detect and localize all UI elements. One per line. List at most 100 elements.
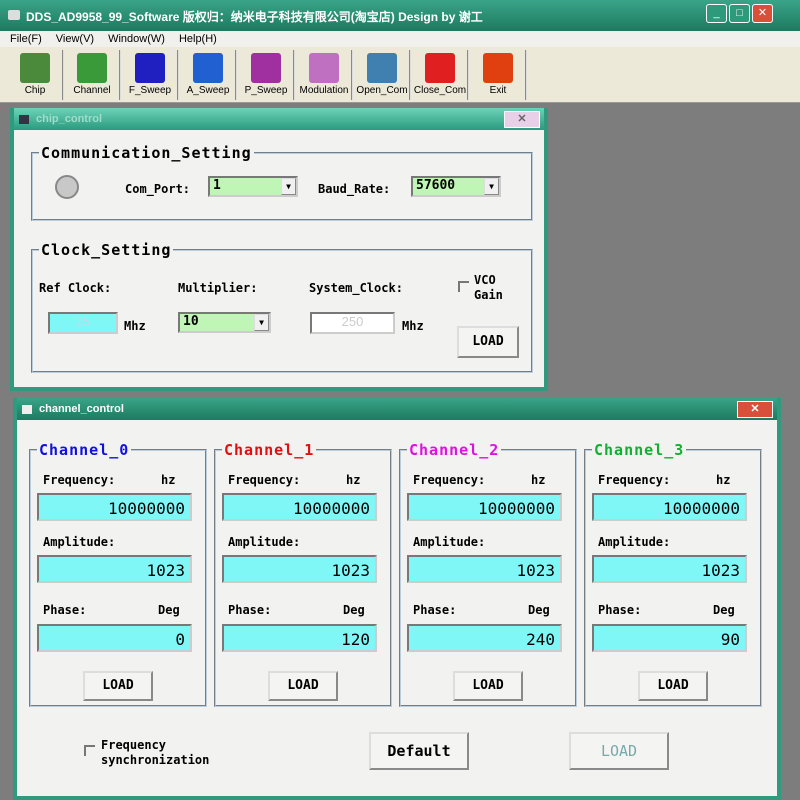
amplitude-input[interactable]: 1023 <box>37 555 192 583</box>
minimize-button[interactable]: _ <box>706 4 727 23</box>
communication-setting-group: Communication_Setting Com_Port: 1 ▼ Baud_… <box>31 144 533 221</box>
frequency-sync-label: Frequency <box>101 738 167 752</box>
baud-rate-value: 57600 <box>416 178 456 193</box>
vco-label: VCO <box>474 273 496 287</box>
toolbar-label: Exit <box>489 85 507 96</box>
gain-label: Gain <box>474 288 503 302</box>
monitor-icon <box>135 53 165 83</box>
toolbar-button-a-sweep[interactable]: A_Sweep <box>181 50 237 100</box>
default-button[interactable]: Default <box>369 732 469 770</box>
channel-load-button[interactable]: LOAD <box>453 671 523 701</box>
computer-phone-icon <box>367 53 397 83</box>
load-all-button[interactable]: LOAD <box>569 732 669 770</box>
amplitude-label: Amplitude: <box>413 535 486 549</box>
channel-0-group: Channel_0 Frequency: hz 10000000 Amplitu… <box>29 441 207 707</box>
toolbar-button-channel[interactable]: Channel <box>65 50 121 100</box>
channel-window-close-button[interactable]: ✕ <box>737 401 773 418</box>
chevron-down-icon[interactable]: ▼ <box>281 178 296 195</box>
baud-rate-select[interactable]: 57600 ▼ <box>411 176 501 197</box>
menu-window[interactable]: Window(W) <box>108 33 165 45</box>
phase-value: 120 <box>341 630 370 649</box>
channel-1-group: Channel_1 Frequency: hz 10000000 Amplitu… <box>214 441 392 707</box>
channel-name: Channel_0 <box>37 441 132 459</box>
menu-help[interactable]: Help(H) <box>179 33 217 45</box>
com-port-label: Com_Port: <box>125 182 191 196</box>
app-title-bar: DDS_AD9958_99_Software 版权归：纳米电子科技有限公司(淘宝… <box>0 0 800 31</box>
toolbar-label: Open_Com <box>356 85 408 96</box>
menu-file[interactable]: File(F) <box>10 33 42 45</box>
toolbar-label: F_Sweep <box>128 85 172 96</box>
frequency-label: Frequency: <box>228 473 301 487</box>
channel-load-button[interactable]: LOAD <box>638 671 708 701</box>
frequency-input[interactable]: 10000000 <box>592 493 747 521</box>
frequency-value: 10000000 <box>292 499 370 518</box>
amplitude-label: Amplitude: <box>598 535 671 549</box>
amplitude-input[interactable]: 1023 <box>592 555 747 583</box>
channel-window-title-bar[interactable]: channel_control ✕ <box>17 398 777 420</box>
clock-setting-group: Clock_Setting Ref Clock: 25 Mhz Multipli… <box>31 241 533 373</box>
toolbar-button-close-com[interactable]: Close_Com <box>413 50 469 100</box>
amplitude-value: 1023 <box>331 561 370 580</box>
chevron-down-icon[interactable]: ▼ <box>484 178 499 195</box>
com-port-value: 1 <box>213 178 221 193</box>
toolbar-label: Close_Com <box>413 85 467 96</box>
menu-view[interactable]: View(V) <box>56 33 94 45</box>
frequency-input[interactable]: 10000000 <box>37 493 192 521</box>
frequency-unit: hz <box>161 473 176 487</box>
frequency-unit: hz <box>346 473 361 487</box>
chevron-down-icon[interactable]: ▼ <box>254 314 269 331</box>
chip-window-close-button[interactable]: ✕ <box>504 111 540 128</box>
frequency-value: 10000000 <box>107 499 185 518</box>
toolbar-button-p-sweep[interactable]: P_Sweep <box>239 50 295 100</box>
amplitude-input[interactable]: 1023 <box>407 555 562 583</box>
frequency-sync-checkbox[interactable] <box>84 745 95 756</box>
channel-3-group: Channel_3 Frequency: hz 10000000 Amplitu… <box>584 441 762 707</box>
stop-sign-icon <box>425 53 455 83</box>
phase-label: Phase: <box>43 603 87 617</box>
amplitude-input[interactable]: 1023 <box>222 555 377 583</box>
frequency-value: 10000000 <box>477 499 555 518</box>
channel-name: Channel_1 <box>222 441 317 459</box>
phase-input[interactable]: 120 <box>222 624 377 652</box>
frequency-input[interactable]: 10000000 <box>407 493 562 521</box>
phase-unit: Deg <box>528 603 550 617</box>
frequency-label: Frequency: <box>43 473 116 487</box>
amplitude-value: 1023 <box>701 561 740 580</box>
ref-clock-field[interactable]: 25 <box>48 312 118 334</box>
phase-label: Phase: <box>228 603 272 617</box>
phase-input[interactable]: 0 <box>37 624 192 652</box>
vco-gain-checkbox[interactable] <box>458 281 469 292</box>
close-button[interactable]: ✕ <box>752 4 773 23</box>
toolbar-label: Modulation <box>299 85 349 96</box>
baud-rate-label: Baud_Rate: <box>318 182 391 196</box>
toolbar-button-modulation[interactable]: Modulation <box>297 50 353 100</box>
synchronization-label: synchronization <box>101 753 210 767</box>
toolbar-button-exit[interactable]: Exit <box>471 50 527 100</box>
phase-unit: Deg <box>343 603 365 617</box>
chip-load-button[interactable]: LOAD <box>457 326 519 358</box>
phase-input[interactable]: 240 <box>407 624 562 652</box>
maximize-button[interactable]: □ <box>729 4 750 23</box>
multiplier-select[interactable]: 10 ▼ <box>178 312 271 333</box>
channel-control-window: channel_control ✕ Channel_0 Frequency: h… <box>13 398 781 800</box>
system-clock-value: 250 <box>341 314 364 329</box>
toolbar-label: P_Sweep <box>244 85 288 96</box>
toolbar-label: Channel <box>73 85 111 96</box>
com-port-select[interactable]: 1 ▼ <box>208 176 298 197</box>
amplitude-value: 1023 <box>146 561 185 580</box>
toolbar-button-f-sweep[interactable]: F_Sweep <box>123 50 179 100</box>
channel-load-button[interactable]: LOAD <box>83 671 153 701</box>
toolbar-button-chip[interactable]: Chip <box>8 50 64 100</box>
toolbar-button-open-com[interactable]: Open_Com <box>355 50 411 100</box>
frequency-input[interactable]: 10000000 <box>222 493 377 521</box>
phase-unit: Deg <box>158 603 180 617</box>
chip-window-title-bar[interactable]: chip_control ✕ <box>14 108 544 130</box>
phase-value: 240 <box>526 630 555 649</box>
channel-load-button[interactable]: LOAD <box>268 671 338 701</box>
frequency-unit: hz <box>716 473 731 487</box>
toolbar-label: Chip <box>24 85 46 96</box>
phase-label: Phase: <box>598 603 642 617</box>
phase-input[interactable]: 90 <box>592 624 747 652</box>
app-title: DDS_AD9958_99_Software 版权归：纳米电子科技有限公司(淘宝… <box>26 10 483 24</box>
window-icon <box>22 405 32 414</box>
